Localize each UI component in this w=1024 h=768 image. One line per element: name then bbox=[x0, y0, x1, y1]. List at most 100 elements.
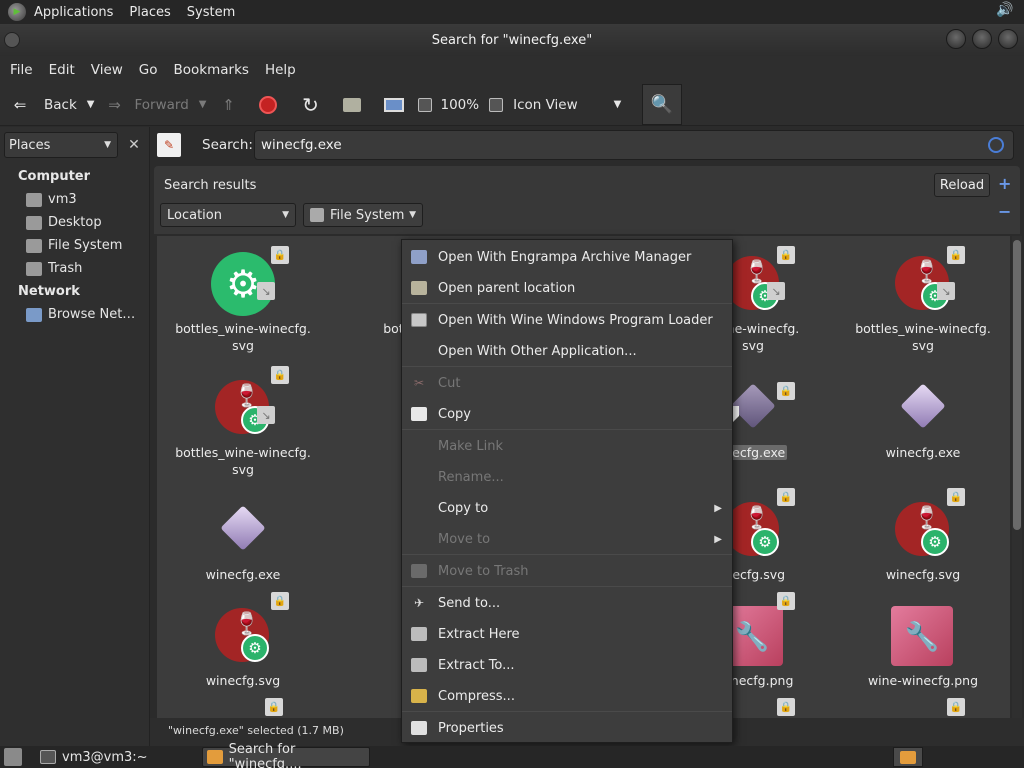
submenu-arrow-icon: ▶ bbox=[714, 533, 722, 545]
menu-item-send-to[interactable]: ✈ Send to... bbox=[402, 588, 732, 618]
zoom-in-icon bbox=[489, 97, 504, 112]
menu-edit[interactable]: Edit bbox=[41, 62, 83, 78]
grid-scrollbar[interactable] bbox=[1012, 236, 1022, 718]
scrollbar-thumb[interactable] bbox=[1013, 240, 1021, 530]
sidebar-item-browse-network[interactable]: Browse Net… bbox=[26, 307, 135, 322]
menu-item-make-link[interactable]: Make Link bbox=[402, 431, 732, 461]
close-button[interactable] bbox=[998, 29, 1018, 49]
folder-icon bbox=[900, 750, 916, 764]
menu-separator bbox=[402, 554, 732, 555]
menu-item-extract-to[interactable]: Extract To... bbox=[402, 650, 732, 680]
system-menu[interactable]: System bbox=[179, 5, 243, 20]
search-toggle-button[interactable]: 🔍 bbox=[642, 84, 682, 125]
workspace-switcher[interactable] bbox=[893, 747, 923, 767]
trash-icon bbox=[411, 563, 427, 579]
remove-criterion-button[interactable]: − bbox=[998, 202, 1011, 221]
zoom-out-button[interactable] bbox=[418, 84, 433, 126]
menu-item-compress[interactable]: Compress... bbox=[402, 681, 732, 711]
sidebar-item-trash[interactable]: Trash bbox=[26, 261, 82, 276]
file-item[interactable]: 🍷 ⚙ 🔒 winecfg.svg bbox=[163, 592, 323, 689]
file-item[interactable]: winecfg.exe bbox=[163, 498, 323, 583]
stop-button[interactable] bbox=[258, 84, 278, 126]
forward-button[interactable]: ⇒ Forward ▼ bbox=[104, 84, 212, 126]
sidebar-item-vm3[interactable]: vm3 bbox=[26, 192, 77, 207]
drive-icon bbox=[310, 208, 324, 222]
places-menu[interactable]: Places bbox=[121, 5, 178, 20]
sidebar-type-select[interactable]: Places ▼ bbox=[4, 132, 118, 158]
back-history-dropdown[interactable]: ▼ bbox=[87, 99, 95, 110]
menu-item-properties[interactable]: Properties bbox=[402, 713, 732, 743]
edit-location-button[interactable]: ✎ bbox=[157, 133, 181, 157]
search-clear-icon[interactable] bbox=[988, 137, 1004, 153]
menu-separator bbox=[402, 303, 732, 304]
submenu-arrow-icon: ▶ bbox=[714, 502, 722, 514]
file-item[interactable]: 🍷 ⚙ 🔒 winecfg.svg bbox=[843, 488, 1003, 583]
home-button[interactable] bbox=[342, 84, 362, 126]
menu-item-move-to[interactable]: Move to ▶ bbox=[402, 524, 732, 554]
applications-menu[interactable]: Applications bbox=[26, 5, 121, 20]
symlink-emblem-icon: ↘ bbox=[767, 282, 785, 300]
reload-button[interactable]: Reload bbox=[934, 173, 990, 197]
computer-icon bbox=[384, 95, 405, 115]
taskbar-item-search[interactable]: Search for "winecfg.... bbox=[202, 742, 370, 768]
taskbar-item-label: vm3@vm3:~ bbox=[62, 749, 148, 765]
up-button[interactable]: ⇑ bbox=[218, 84, 238, 126]
file-item[interactable]: 🍷 ⚙ ↘ 🔒 bottles_wine-winecfg. svg bbox=[843, 246, 1003, 354]
file-name: bottles_wine-winecfg. svg bbox=[855, 321, 991, 353]
sidebar-item-file-system[interactable]: File System bbox=[26, 238, 122, 253]
sidebar-item-label: Trash bbox=[48, 261, 83, 276]
menu-separator bbox=[402, 366, 732, 367]
menu-item-move-to-trash[interactable]: Move to Trash bbox=[402, 556, 732, 586]
window-title: Search for "winecfg.exe" bbox=[431, 32, 593, 48]
menu-item-open-with-wine[interactable]: Open With Wine Windows Program Loader bbox=[402, 305, 732, 335]
menu-item-open-with-other[interactable]: Open With Other Application... bbox=[402, 336, 732, 366]
menu-item-copy[interactable]: Copy bbox=[402, 399, 732, 429]
menu-item-copy-to[interactable]: Copy to ▶ bbox=[402, 493, 732, 523]
sidebar-item-label: vm3 bbox=[48, 192, 77, 207]
sidebar-close-button[interactable]: ✕ bbox=[122, 132, 146, 158]
criterion-type-select[interactable]: Location ▼ bbox=[160, 203, 296, 227]
menu-view[interactable]: View bbox=[83, 62, 131, 78]
zoom-in-button[interactable] bbox=[489, 84, 504, 126]
menu-file[interactable]: File bbox=[2, 62, 41, 78]
show-desktop-button[interactable] bbox=[4, 748, 22, 766]
maximize-button[interactable] bbox=[972, 29, 992, 49]
menu-item-cut[interactable]: ✂ Cut bbox=[402, 368, 732, 398]
file-item[interactable]: 🔧 wine-winecfg.png bbox=[843, 604, 1003, 689]
menu-help[interactable]: Help bbox=[257, 62, 304, 78]
window-menu-icon[interactable] bbox=[4, 32, 20, 48]
lock-emblem-icon: 🔒 bbox=[777, 698, 795, 716]
sidebar-item-desktop[interactable]: Desktop bbox=[26, 215, 102, 230]
distro-logo-icon[interactable]: ▶ bbox=[8, 3, 26, 21]
criterion-value-label: File System bbox=[330, 207, 405, 223]
back-button[interactable]: ⇐ Back ▼ bbox=[10, 84, 100, 126]
taskbar-item-label: Search for "winecfg.... bbox=[228, 742, 302, 768]
view-mode-select[interactable]: Icon View ▼ bbox=[513, 84, 627, 126]
computer-button[interactable] bbox=[384, 84, 405, 126]
lock-emblem-icon: 🔒 bbox=[947, 246, 965, 264]
back-label: Back bbox=[44, 96, 77, 113]
drive-icon bbox=[26, 238, 42, 253]
menu-item-rename[interactable]: Rename... bbox=[402, 462, 732, 492]
exe-icon bbox=[900, 383, 946, 429]
home-folder-icon bbox=[26, 192, 42, 207]
menu-item-open-with-engrampa[interactable]: Open With Engrampa Archive Manager bbox=[402, 242, 732, 272]
file-item[interactable]: winecfg.exe bbox=[843, 376, 1003, 461]
criterion-value-select[interactable]: File System ▼ bbox=[303, 203, 423, 227]
reload-toolbar-button[interactable]: ↻ bbox=[300, 84, 320, 126]
file-item[interactable]: ⚙ ↘ 🔒 bottles_wine-winecfg. svg bbox=[163, 246, 323, 354]
menu-item-open-parent-location[interactable]: Open parent location bbox=[402, 273, 732, 303]
forward-history-dropdown[interactable]: ▼ bbox=[199, 99, 207, 110]
properties-icon bbox=[411, 720, 427, 736]
file-item[interactable]: 🍷 ⚙ ↘ 🔒 bottles_wine-winecfg. svg bbox=[163, 366, 323, 478]
menu-go[interactable]: Go bbox=[131, 62, 166, 78]
menu-separator bbox=[402, 586, 732, 587]
search-input[interactable] bbox=[254, 130, 1014, 160]
lock-emblem-icon: 🔒 bbox=[777, 488, 795, 506]
taskbar-item-terminal[interactable]: vm3@vm3:~ bbox=[36, 747, 196, 767]
menu-item-extract-here[interactable]: Extract Here bbox=[402, 619, 732, 649]
volume-icon[interactable]: 🔊 bbox=[996, 2, 1016, 22]
add-criterion-button[interactable]: + bbox=[998, 174, 1011, 193]
minimize-button[interactable] bbox=[946, 29, 966, 49]
menu-bookmarks[interactable]: Bookmarks bbox=[166, 62, 257, 78]
